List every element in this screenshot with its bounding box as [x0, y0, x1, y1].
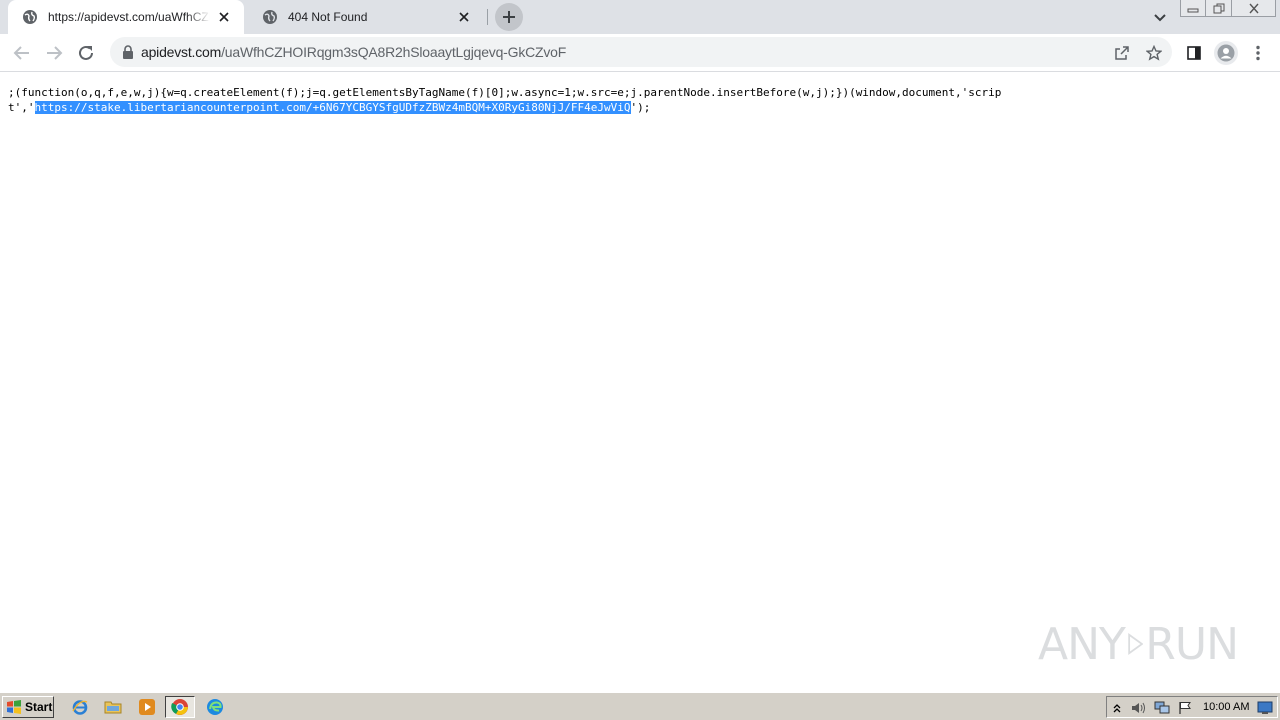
selected-url-text[interactable]: https://stake.libertariancounterpoint.co… — [34, 101, 631, 114]
chevron-up-icon — [1113, 704, 1121, 713]
window-controls — [1180, 0, 1276, 18]
side-panel-button[interactable] — [1184, 43, 1204, 63]
tray-network[interactable] — [1154, 700, 1170, 716]
taskbar-ie[interactable] — [69, 697, 91, 717]
lock-icon[interactable] — [122, 45, 134, 59]
taskbar-chrome[interactable] — [165, 696, 195, 718]
monitor-icon — [1257, 701, 1273, 714]
system-tray: 10:00 AM — [1106, 696, 1278, 718]
url-host: apidevst.com — [141, 44, 222, 60]
arrow-left-icon — [13, 46, 29, 60]
side-panel-icon — [1187, 46, 1201, 60]
reload-icon — [79, 45, 93, 60]
media-player-icon — [139, 699, 155, 715]
profile-button[interactable] — [1214, 41, 1238, 65]
speaker-icon — [1132, 702, 1145, 714]
watermark-left: ANY — [1038, 618, 1126, 670]
share-icon — [1115, 46, 1129, 60]
reload-button[interactable] — [76, 43, 96, 63]
close-tab-icon[interactable] — [456, 9, 472, 25]
plus-icon — [503, 11, 515, 23]
show-desktop-button[interactable] — [1257, 700, 1273, 716]
clock[interactable]: 10:00 AM — [1203, 701, 1249, 713]
windows-logo-icon — [7, 700, 21, 714]
tab-strip: https://apidevst.com/uaWfhCZHOIRqgm3sQA8… — [0, 0, 1280, 34]
globe-icon — [263, 10, 277, 24]
tab-active[interactable]: https://apidevst.com/uaWfhCZHOIRqgm3sQA8… — [8, 0, 244, 34]
start-button[interactable]: Start — [2, 696, 54, 718]
browser-toolbar: apidevst.com/uaWfhCZHOIRqgm3sQA8R2hSloaa… — [0, 34, 1280, 72]
close-window-button[interactable] — [1232, 0, 1276, 17]
tab-title: https://apidevst.com/uaWfhCZHOIRqgm3sQA8… — [48, 10, 210, 24]
code-text-end: '); — [630, 101, 651, 114]
watermark-right: RUN — [1145, 618, 1239, 670]
tray-action-center[interactable] — [1177, 700, 1193, 716]
tab-title: 404 Not Found — [288, 10, 368, 24]
minimize-icon — [1187, 8, 1199, 13]
url-text: apidevst.com/uaWfhCZHOIRqgm3sQA8R2hSloaa… — [141, 44, 566, 60]
chrome-icon — [171, 699, 188, 715]
star-icon — [1146, 45, 1162, 61]
close-tab-icon[interactable] — [216, 9, 232, 25]
bookmark-button[interactable] — [1144, 43, 1164, 63]
anyrun-watermark: ANY RUN — [1038, 612, 1239, 676]
restore-icon — [1213, 3, 1224, 13]
folder-icon — [104, 701, 122, 714]
chevron-down-icon[interactable] — [1151, 8, 1169, 26]
restore-button[interactable] — [1206, 0, 1232, 17]
flag-icon — [1179, 702, 1191, 714]
tab-separator — [487, 9, 488, 25]
back-button[interactable] — [12, 43, 32, 63]
menu-button[interactable] — [1248, 43, 1268, 63]
new-tab-button[interactable] — [495, 3, 523, 31]
internet-explorer-icon — [72, 700, 88, 715]
minimize-button[interactable] — [1180, 0, 1206, 17]
globe-icon — [23, 10, 37, 24]
tray-volume[interactable] — [1131, 700, 1147, 716]
script-source-text: ;(function(o,q,f,e,w,j){w=q.createElemen… — [8, 85, 1008, 115]
taskbar-explorer[interactable] — [102, 697, 124, 717]
edge-icon — [207, 699, 223, 715]
url-path: /uaWfhCZHOIRqgm3sQA8R2hSloaaytLgjqevq-Gk… — [221, 44, 567, 60]
play-logo-icon — [1128, 632, 1144, 656]
avatar-icon — [1217, 44, 1235, 62]
address-bar[interactable]: apidevst.com/uaWfhCZHOIRqgm3sQA8R2hSloaa… — [110, 37, 1172, 67]
arrow-right-icon — [47, 46, 63, 60]
close-icon — [1248, 3, 1259, 13]
more-vert-icon — [1256, 45, 1260, 61]
forward-button[interactable] — [44, 43, 64, 63]
start-label: Start — [25, 700, 53, 714]
page-content: ;(function(o,q,f,e,w,j){w=q.createElemen… — [0, 72, 1280, 692]
tab-404[interactable]: 404 Not Found — [248, 0, 484, 34]
tray-expand-button[interactable] — [1109, 700, 1125, 716]
taskbar-edge[interactable] — [204, 697, 226, 717]
share-button[interactable] — [1112, 43, 1132, 63]
taskbar: Start 10:00 AM — [0, 692, 1280, 720]
network-icon — [1154, 701, 1170, 714]
taskbar-media-player[interactable] — [136, 697, 158, 717]
